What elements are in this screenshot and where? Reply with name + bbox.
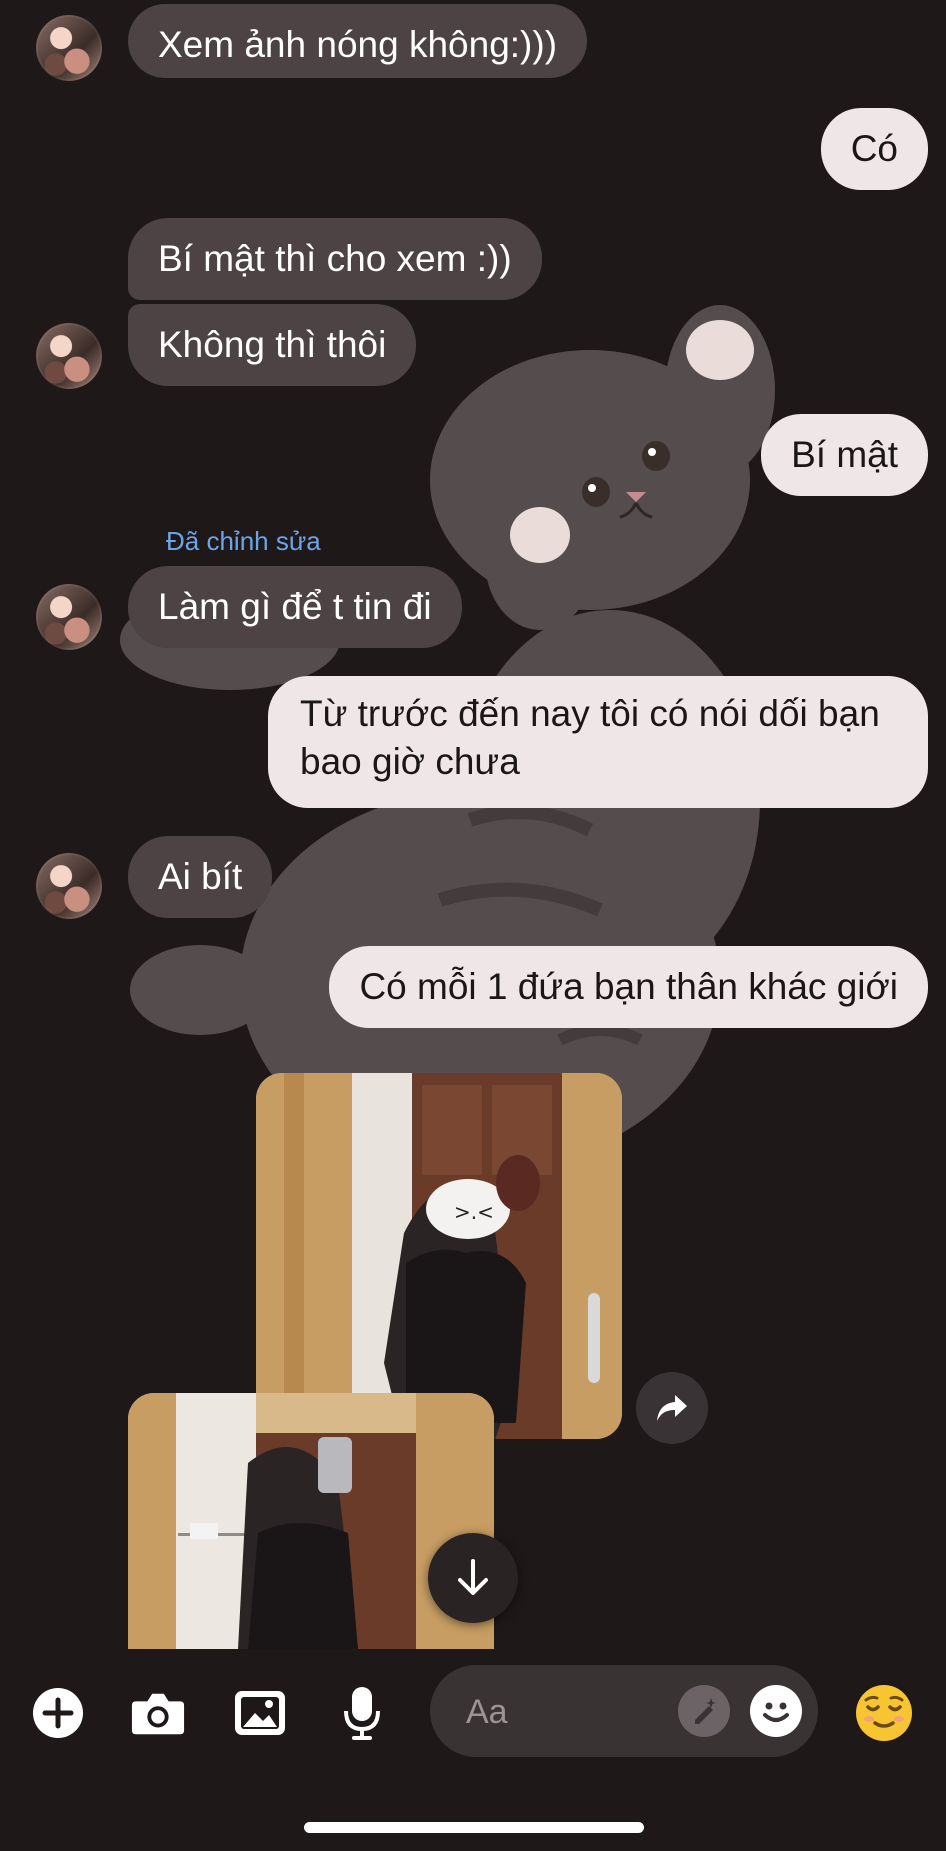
arrow-down-icon (458, 1559, 488, 1595)
voice-button[interactable] (334, 1685, 390, 1741)
gallery-button[interactable] (232, 1685, 288, 1741)
incoming-message[interactable]: Xem ảnh nóng không:))) (128, 4, 588, 78)
incoming-message[interactable]: Bí mật thì cho xem :)) (128, 218, 542, 300)
share-arrow-icon (657, 1395, 687, 1421)
chat-screen: Xem ảnh nóng không:))) Có Bí mật thì cho… (0, 0, 946, 1851)
outgoing-message[interactable]: Bí mật (761, 414, 928, 496)
incoming-message[interactable]: Ai bít (128, 836, 273, 918)
svg-text:>.<: >.< (454, 1200, 494, 1224)
contact-avatar[interactable] (36, 584, 102, 650)
message-input-box[interactable] (430, 1665, 818, 1757)
scroll-to-bottom-button[interactable] (428, 1533, 518, 1623)
ai-pen-icon (695, 1698, 716, 1724)
plus-icon (33, 1688, 83, 1738)
message-input[interactable] (464, 1687, 688, 1737)
mirror-selfie-image (128, 1393, 494, 1649)
quick-reaction-button[interactable] (852, 1681, 916, 1745)
camera-button[interactable] (130, 1685, 186, 1741)
photo-attachment[interactable]: >.< (256, 1073, 622, 1439)
add-button[interactable] (30, 1685, 86, 1741)
incoming-message[interactable]: Không thì thôi (128, 304, 417, 386)
photo-attachment[interactable] (128, 1393, 494, 1649)
outgoing-message[interactable]: Có mỗi 1 đứa bạn thân khác giới (329, 946, 928, 1028)
incoming-message[interactable]: Làm gì để t tin đi (128, 566, 462, 648)
camera-icon (131, 1693, 185, 1735)
microphone-icon (344, 1687, 380, 1740)
contact-avatar[interactable] (36, 323, 102, 389)
outgoing-message[interactable]: Từ trước đến nay tôi có nói dối bạn bao … (268, 676, 928, 808)
gallery-icon (235, 1691, 285, 1735)
sticker-button[interactable] (750, 1685, 802, 1737)
outgoing-message[interactable]: Có (820, 108, 928, 190)
smiley-icon (763, 1702, 789, 1722)
edited-label: Đã chỉnh sửa (166, 526, 321, 556)
relieved-emoji-icon (856, 1685, 912, 1741)
contact-avatar[interactable] (36, 15, 102, 81)
contact-avatar[interactable] (36, 853, 102, 919)
ai-pen-button[interactable] (678, 1685, 730, 1737)
share-button[interactable] (636, 1372, 708, 1444)
mirror-selfie-image: >.< (256, 1073, 622, 1439)
home-indicator[interactable] (304, 1822, 644, 1833)
